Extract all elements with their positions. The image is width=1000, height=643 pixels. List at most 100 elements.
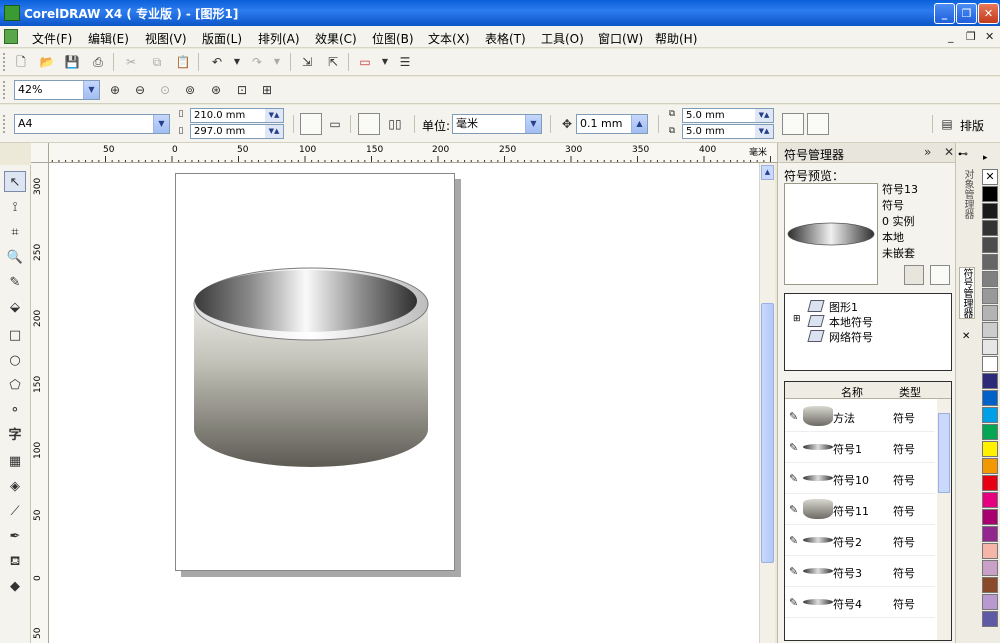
palette-swatch[interactable] (982, 441, 998, 457)
cylinder-drawing[interactable] (176, 174, 456, 572)
page-width-field[interactable]: 210.0 mm ▼▲ (190, 108, 284, 123)
palette-swatch[interactable] (982, 373, 998, 389)
palette-swatch[interactable] (982, 390, 998, 406)
save-icon[interactable]: 💾 (63, 53, 81, 71)
undo-dropdown-icon[interactable]: ▼ (228, 53, 246, 71)
docker-expand-icon[interactable]: » (924, 145, 931, 159)
tab-grip-icon[interactable]: ⊷ (958, 149, 968, 160)
symbol-list-row[interactable]: ✎ 符号3 符号 (785, 556, 935, 587)
freehand-tool-icon[interactable]: ✎ (4, 272, 26, 293)
table-tool-icon[interactable]: ▦ (4, 451, 26, 472)
copy-icon[interactable]: ⧉ (148, 53, 166, 71)
spinner-icon[interactable]: ▼▲ (755, 125, 773, 138)
polygon-tool-icon[interactable]: ⬠ (4, 375, 26, 396)
document-icon[interactable] (4, 29, 18, 44)
smart-fill-tool-icon[interactable]: ⬙ (4, 297, 26, 318)
palette-swatch[interactable] (982, 560, 998, 576)
zoom-page-icon[interactable]: ⊛ (207, 81, 225, 99)
maximize-button[interactable]: ❐ (956, 3, 977, 24)
portrait-button[interactable] (300, 113, 322, 135)
text-tool-icon[interactable]: 字 (4, 425, 26, 446)
ruler-corner[interactable] (31, 143, 49, 163)
canvas-vertical-scrollbar[interactable]: ▲ (759, 163, 775, 643)
eyedropper-tool-icon[interactable]: ⟋ (4, 501, 26, 522)
palette-scroll-up-icon[interactable]: ▸ (983, 153, 988, 163)
export-symbol-button[interactable] (904, 265, 924, 285)
edit-symbol-icon[interactable]: ✎ (789, 410, 803, 424)
palette-swatch[interactable] (982, 271, 998, 287)
scrollbar-thumb[interactable] (938, 413, 950, 493)
treat-as-filled-button[interactable] (782, 113, 804, 135)
import-symbol-button[interactable] (930, 265, 950, 285)
units-select[interactable]: 毫米 ▼ (452, 114, 542, 134)
chevron-down-icon[interactable]: ▼ (525, 115, 541, 133)
menu-view[interactable]: 视图(V) (145, 30, 187, 47)
palette-swatch[interactable] (982, 322, 998, 338)
edit-symbol-icon[interactable]: ✎ (789, 472, 803, 486)
menu-file[interactable]: 文件(F) (32, 30, 72, 47)
new-document-icon[interactable]: 🗋 (12, 53, 30, 71)
zoom-page-height-icon[interactable]: ⊞ (258, 81, 276, 99)
symbol-list-row[interactable]: ✎ 符号10 符号 (785, 463, 935, 494)
palette-swatch[interactable] (982, 526, 998, 542)
zoom-tool-icon[interactable]: 🔍 (4, 247, 26, 268)
ellipse-tool-icon[interactable]: ○ (4, 350, 26, 371)
arrange-icon[interactable]: ▤ (938, 115, 956, 133)
docker-close-icon[interactable]: ✕ (944, 145, 954, 159)
palette-swatch[interactable] (982, 594, 998, 610)
edit-symbol-icon[interactable]: ✎ (789, 503, 803, 517)
menu-arrange[interactable]: 排列(A) (258, 30, 300, 47)
palette-swatch[interactable] (982, 288, 998, 304)
spinner-icon[interactable]: ▼▲ (265, 109, 283, 122)
palette-swatch[interactable] (982, 509, 998, 525)
cut-icon[interactable]: ✂ (122, 53, 140, 71)
launcher-dropdown-icon[interactable]: ▼ (376, 53, 394, 71)
spinner-icon[interactable]: ▼▲ (265, 125, 283, 138)
palette-swatch[interactable] (982, 577, 998, 593)
redo-dropdown-icon[interactable]: ▼ (268, 53, 286, 71)
zoom-level-select[interactable]: 42% ▼ (14, 80, 100, 100)
menu-text[interactable]: 文本(X) (428, 30, 470, 47)
zoom-page-width-icon[interactable]: ⊡ (233, 81, 251, 99)
page-size-select[interactable]: A4 ▼ (14, 114, 170, 134)
spinner-icon[interactable]: ▲ (631, 115, 647, 133)
scroll-up-arrow-icon[interactable]: ▲ (761, 165, 774, 180)
zoom-in-icon[interactable]: ⊕ (106, 81, 124, 99)
tab-close-icon[interactable]: ✕ (962, 331, 970, 342)
interactive-blend-tool-icon[interactable]: ◈ (4, 476, 26, 497)
drawing-canvas[interactable] (49, 163, 759, 643)
tree-item-network-symbols[interactable]: 网络符号 (829, 329, 873, 345)
scrollbar-thumb[interactable] (761, 303, 774, 563)
drawing-page[interactable] (175, 173, 455, 571)
duplicate-x-field[interactable]: 5.0 mm ▼▲ (682, 108, 774, 123)
edit-symbol-icon[interactable]: ✎ (789, 534, 803, 548)
palette-swatch[interactable] (982, 475, 998, 491)
palette-swatch[interactable] (982, 543, 998, 559)
toolbar-grip[interactable] (3, 53, 7, 71)
menu-window[interactable]: 窗口(W) (598, 30, 643, 47)
redo-icon[interactable]: ↷ (248, 53, 266, 71)
menu-layout[interactable]: 版面(L) (202, 30, 242, 47)
tab-object-manager[interactable]: 对象管理器 (959, 169, 975, 219)
palette-swatch[interactable] (982, 339, 998, 355)
fill-tool-icon[interactable]: ⛾ (4, 551, 26, 572)
nudge-distance-field[interactable]: 0.1 mm ▲ (576, 114, 648, 134)
close-button[interactable]: ✕ (978, 3, 999, 24)
symbol-list-row[interactable]: ✎ 方法 符号 (785, 401, 935, 432)
horizontal-ruler[interactable]: 50 0 50 100 150 200 250 300 350 400 毫米 (31, 143, 777, 163)
doc-close-button[interactable]: ✕ (985, 30, 994, 43)
crop-tool-icon[interactable]: ⌗ (4, 222, 26, 243)
minimize-button[interactable]: _ (934, 3, 955, 24)
chevron-down-icon[interactable]: ▼ (153, 115, 169, 133)
palette-swatch[interactable] (982, 220, 998, 236)
column-type-header[interactable]: 类型 (899, 384, 921, 400)
zoom-out-icon[interactable]: ⊖ (131, 81, 149, 99)
palette-swatch[interactable] (982, 356, 998, 372)
tree-item-document[interactable]: 图形1 (829, 299, 858, 315)
outline-tool-icon[interactable]: ✒ (4, 526, 26, 547)
palette-swatch[interactable] (982, 203, 998, 219)
edit-symbol-icon[interactable]: ✎ (789, 565, 803, 579)
palette-swatch[interactable] (982, 305, 998, 321)
application-launcher-icon[interactable]: ▭ (356, 53, 374, 71)
export-icon[interactable]: ⇱ (324, 53, 342, 71)
